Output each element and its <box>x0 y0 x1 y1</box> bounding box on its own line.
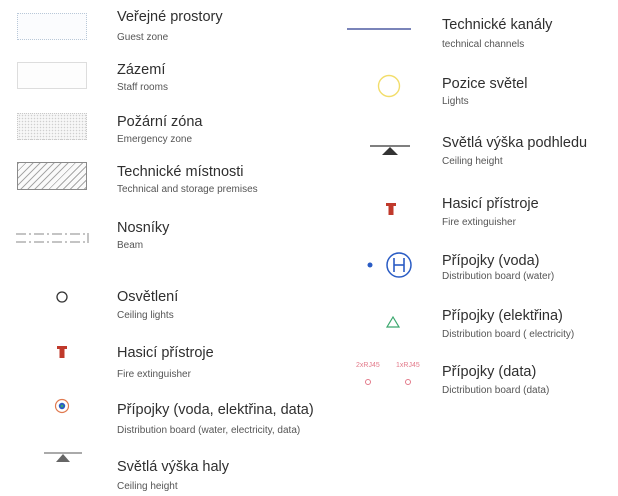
legend-subtitle: Lights <box>442 96 469 107</box>
legend-title: Přípojky (voda, elektřina, data) <box>117 402 314 418</box>
legend-subtitle: Ceiling height <box>117 481 178 492</box>
ceiling-light-circle-icon <box>55 290 69 304</box>
staff-rooms-swatch <box>17 62 87 89</box>
data-sockets-icon: 2xRJ45 1xRJ45 <box>356 362 422 390</box>
legend-title: Přípojky (elektřina) <box>442 308 563 324</box>
legend-title: Technické místnosti <box>117 164 244 180</box>
legend-subtitle: Ceiling lights <box>117 310 174 321</box>
fire-extinguisher-icon <box>385 202 397 216</box>
technical-channels-line <box>347 27 411 31</box>
legend-title: Přípojky (data) <box>442 364 537 380</box>
legend-subtitle: Ceiling height <box>442 156 503 167</box>
legend-title: Nosníky <box>117 220 170 236</box>
legend-subtitle: Staff rooms <box>117 82 168 93</box>
legend-subtitle: Beam <box>117 240 144 251</box>
legend-title: Světlá výška haly <box>117 459 230 475</box>
legend-title: Požární zóna <box>117 114 203 130</box>
legend-subtitle: Guest zone <box>117 32 169 43</box>
legend-title: Přípojky (voda) <box>442 253 540 269</box>
legend-title: Technické kanály <box>442 17 553 33</box>
legend-title: Světlá výška podhledu <box>442 135 588 151</box>
lights-circle-icon <box>377 74 401 98</box>
electricity-triangle-icon <box>385 315 401 328</box>
legend-title: Pozice světel <box>442 76 528 92</box>
guest-zone-swatch <box>17 13 87 40</box>
legend-subtitle: Emergency zone <box>117 134 193 145</box>
emergency-zone-swatch <box>17 113 87 140</box>
legend-title: Hasicí přístroje <box>117 345 214 361</box>
legend-subtitle: Dictribution board (data) <box>442 385 550 396</box>
legend-subtitle: technical channels <box>442 39 525 50</box>
fire-extinguisher-icon <box>56 345 68 359</box>
legend-subtitle: Distribution board (water) <box>442 271 555 282</box>
distribution-board-combined-icon <box>54 398 70 414</box>
legend-title: Hasicí přístroje <box>442 196 539 212</box>
ceiling-height-triangle-icon <box>44 452 82 464</box>
legend-title: Zázemí <box>117 62 166 78</box>
beam-dashdot-line <box>16 231 90 245</box>
technical-premises-hatch <box>17 162 87 190</box>
legend-subtitle: Distribution board (water, electricity, … <box>117 425 301 436</box>
legend-title: Veřejné prostory <box>117 9 223 25</box>
legend-subtitle: Fire extinguisher <box>117 369 191 380</box>
ceiling-height-triangle-icon <box>370 145 410 157</box>
legend-subtitle: Technical and storage premises <box>117 184 258 195</box>
legend-subtitle: Distribution board ( electricity) <box>442 329 575 340</box>
legend-subtitle: Fire extinguisher <box>442 217 516 228</box>
legend-title: Osvětlení <box>117 289 179 305</box>
water-board-h-icon <box>363 250 413 280</box>
